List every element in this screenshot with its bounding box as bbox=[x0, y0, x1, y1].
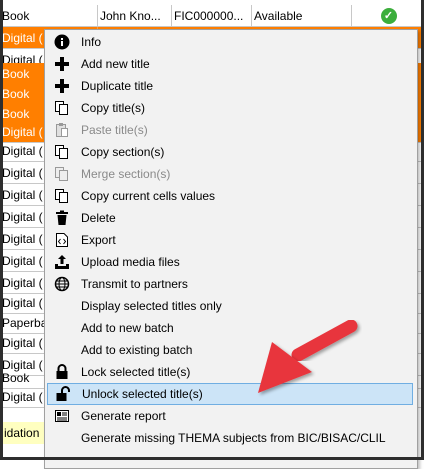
menu-item-label: Paste title(s) bbox=[81, 123, 148, 137]
copy-icon bbox=[52, 142, 72, 162]
menu-item-add-new-title[interactable]: Add new title bbox=[47, 53, 413, 75]
menu-item-label: Add to existing batch bbox=[81, 343, 193, 357]
menu-item-upload-media[interactable]: Upload media files bbox=[47, 251, 413, 273]
menu-item-label: Generate report bbox=[81, 409, 166, 423]
table-cell[interactable]: ✓ bbox=[352, 5, 424, 26]
menu-item-label: Lock selected title(s) bbox=[81, 365, 191, 379]
menu-item-label: Copy title(s) bbox=[81, 101, 146, 115]
table-cell[interactable]: Book bbox=[0, 5, 98, 26]
plus-icon bbox=[52, 54, 72, 74]
menu-item-generate-thema[interactable]: Generate missing THEMA subjects from BIC… bbox=[47, 427, 413, 449]
trash-icon bbox=[52, 208, 72, 228]
menu-item-info[interactable]: Info bbox=[47, 31, 413, 53]
globe-icon bbox=[52, 274, 72, 294]
unlock-icon bbox=[53, 384, 73, 404]
validation-cell[interactable]: idation bbox=[0, 422, 44, 444]
menu-item-delete[interactable]: Delete bbox=[47, 207, 413, 229]
menu-item-label: Add new title bbox=[81, 57, 150, 71]
menu-item-export[interactable]: Export bbox=[47, 229, 413, 251]
menu-item-unlock-titles[interactable]: Unlock selected title(s) bbox=[47, 383, 413, 405]
lock-icon bbox=[52, 362, 72, 382]
menu-item-add-new-batch[interactable]: Add to new batch bbox=[47, 317, 413, 339]
export-icon bbox=[52, 230, 72, 250]
plus-icon bbox=[52, 76, 72, 96]
menu-item-display-selected[interactable]: Display selected titles only bbox=[47, 295, 413, 317]
copy-icon bbox=[52, 98, 72, 118]
menu-item-copy-sections[interactable]: Copy section(s) bbox=[47, 141, 413, 163]
menu-item-lock-titles[interactable]: Lock selected title(s) bbox=[47, 361, 413, 383]
menu-item-label: Merge section(s) bbox=[81, 167, 171, 181]
menu-item-label: Add to new batch bbox=[81, 321, 174, 335]
menu-item-copy-titles[interactable]: Copy title(s) bbox=[47, 97, 413, 119]
menu-item-label: Copy section(s) bbox=[81, 145, 165, 159]
context-menu: Info Add new title Duplicate title Copy … bbox=[44, 29, 418, 469]
menu-item-label: Transmit to partners bbox=[81, 277, 188, 291]
menu-item-paste-titles[interactable]: Paste title(s) bbox=[47, 119, 413, 141]
menu-item-generate-report[interactable]: Generate report bbox=[47, 405, 413, 427]
menu-item-label: Export bbox=[81, 233, 116, 247]
table-cell[interactable]: FIC000000... bbox=[172, 5, 252, 26]
menu-item-label: Upload media files bbox=[81, 255, 180, 269]
menu-item-copy-current-cells[interactable]: Copy current cells values bbox=[47, 185, 413, 207]
menu-item-label: Copy current cells values bbox=[81, 189, 216, 203]
copy-icon bbox=[52, 186, 72, 206]
table-row[interactable]: Book John Kno... FIC000000... Available … bbox=[0, 5, 424, 27]
menu-item-label: Info bbox=[81, 35, 102, 49]
menu-item-label: Generate missing THEMA subjects from BIC… bbox=[81, 431, 386, 445]
table-cell[interactable]: John Kno... bbox=[98, 5, 172, 26]
info-icon bbox=[52, 32, 72, 52]
merge-icon bbox=[52, 164, 72, 184]
menu-item-label: Display selected titles only bbox=[81, 299, 222, 313]
menu-item-duplicate-title[interactable]: Duplicate title bbox=[47, 75, 413, 97]
menu-item-transmit-partners[interactable]: Transmit to partners bbox=[47, 273, 413, 295]
menu-item-label: Delete bbox=[81, 211, 116, 225]
menu-item-add-existing-batch[interactable]: Add to existing batch bbox=[47, 339, 413, 361]
upload-icon bbox=[52, 252, 72, 272]
report-icon bbox=[52, 406, 72, 426]
menu-item-label: Duplicate title bbox=[81, 79, 154, 93]
menu-item-label: Unlock selected title(s) bbox=[82, 387, 203, 401]
paste-icon bbox=[52, 120, 72, 140]
menu-item-merge-sections[interactable]: Merge section(s) bbox=[47, 163, 413, 185]
table-cell[interactable]: Available bbox=[252, 5, 352, 26]
check-circle-icon: ✓ bbox=[380, 7, 397, 24]
